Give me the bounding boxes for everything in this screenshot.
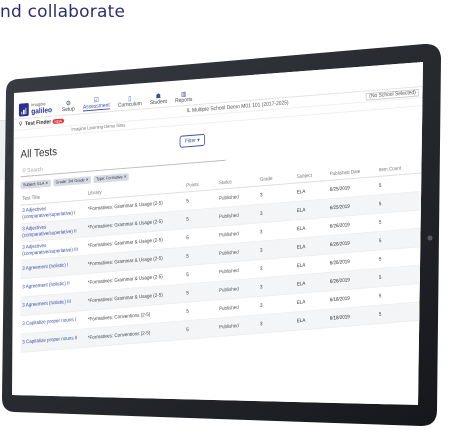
nav-reports[interactable]: ▥ Reports — [175, 91, 192, 104]
nav-setup[interactable]: ⚙ Setup — [62, 100, 75, 113]
logo-icon — [18, 102, 29, 117]
filter-button[interactable]: Filter ▾ — [180, 133, 205, 148]
nav-assessment[interactable]: ☑ Assessment — [82, 96, 110, 112]
filter-chip-type[interactable]: Type: Formative ✕ — [93, 173, 130, 184]
nav-curriculum[interactable]: ▯ Curriculum — [118, 95, 142, 109]
nav-student[interactable]: ☗ Student — [150, 93, 167, 106]
tests-table: Test Title Library Points Status Grade S… — [20, 161, 423, 353]
test-title-link[interactable]: 3 Capitalize proper nouns II — [20, 328, 87, 353]
test-finder-link[interactable]: Test Finder — [25, 119, 51, 127]
logo[interactable]: imagine galileo — [31, 102, 52, 116]
filter-chip-grade[interactable]: Grade: 3rd Grade ✕ — [53, 176, 92, 187]
tablet-device: imagine galileo ⚙ Setup ☑ Assessment ▯ C… — [0, 0, 449, 446]
new-badge: NEW — [52, 118, 64, 124]
filter-chip-subject[interactable]: Subject: ELA ✕ — [20, 179, 51, 190]
chevron-down-icon: ▾ — [197, 137, 200, 144]
search-icon: ⚲ — [18, 121, 23, 128]
page-title: All Tests — [20, 144, 58, 161]
main-content: All Tests Filter ▾ ⚲ Search Subject: ELA… — [14, 106, 423, 353]
app-screen: imagine galileo ⚙ Setup ☑ Assessment ▯ C… — [14, 62, 423, 405]
